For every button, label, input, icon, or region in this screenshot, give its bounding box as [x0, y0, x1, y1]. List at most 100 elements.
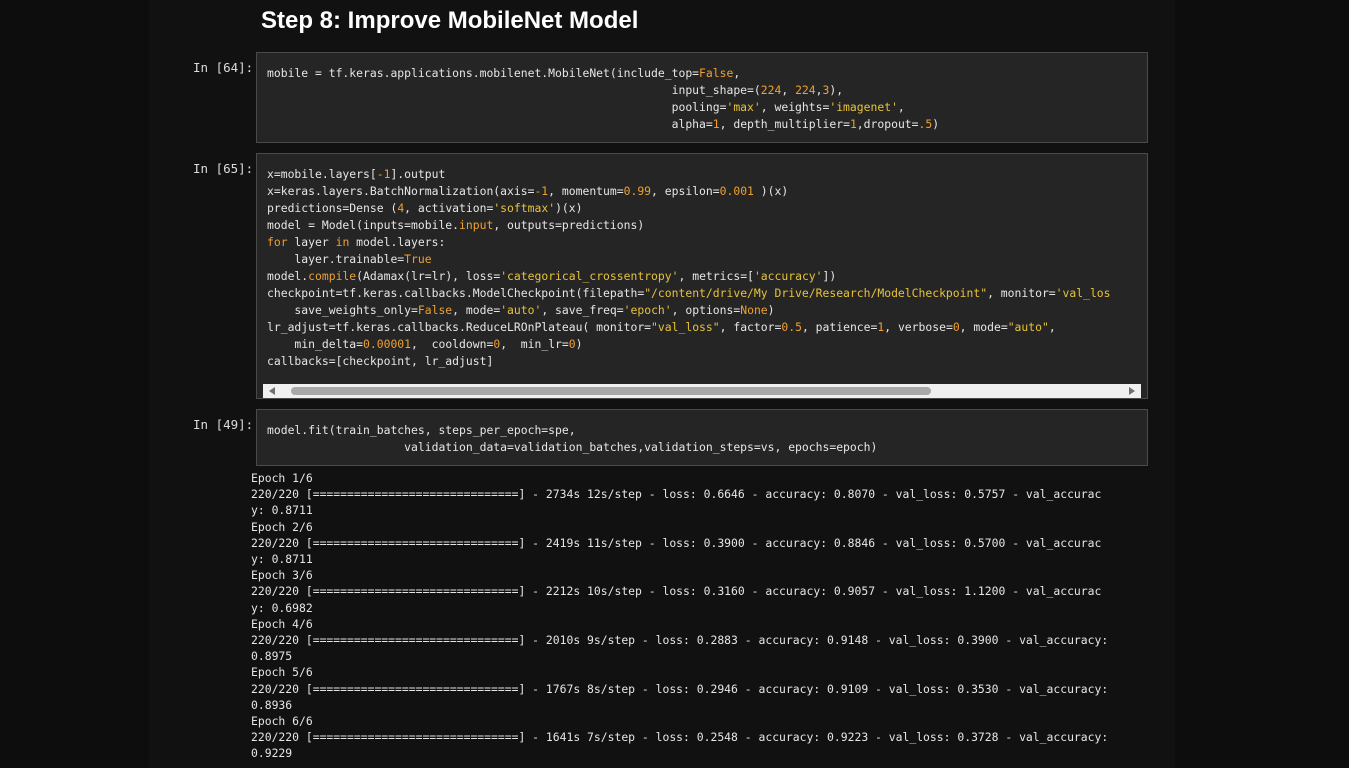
code-token: predictions=Dense ( — [267, 201, 398, 215]
code-token: False — [699, 66, 734, 80]
code-line: input_shape=(224, 224,3), — [267, 82, 1147, 99]
code-cell-49[interactable]: model.fit(train_batches, steps_per_epoch… — [256, 409, 1148, 466]
code-token: "auto" — [1007, 320, 1049, 334]
output-line: Epoch 5/6 — [251, 665, 313, 680]
code-line: mobile = tf.keras.applications.mobilenet… — [267, 65, 1147, 82]
code-token: compile — [308, 269, 357, 283]
output-line: 0.8975 — [251, 649, 293, 664]
training-log: Epoch 1/6 220/220 [======================… — [251, 470, 1151, 762]
code-token: x=keras.layers.BatchNormalization(axis= — [267, 184, 535, 198]
code-line: x=keras.layers.BatchNormalization(axis=-… — [267, 183, 1147, 200]
code-line: model.compile(Adamax(lr=lr), loss='categ… — [267, 268, 1147, 285]
code-line: predictions=Dense (4, activation='softma… — [267, 200, 1147, 217]
code-token: 0 — [568, 337, 576, 351]
code-token: , outputs=predictions) — [493, 218, 645, 232]
code-cell-65[interactable]: x=mobile.layers[-1].output x=keras.layers… — [256, 153, 1148, 399]
output-line: y: 0.8711 — [251, 503, 313, 518]
code-cell-64[interactable]: mobile = tf.keras.applications.mobilenet… — [256, 52, 1148, 143]
output-line: 220/220 [==============================]… — [251, 681, 1109, 696]
code-line: validation_data=validation_batches,valid… — [267, 439, 1147, 456]
code-token: .5 — [918, 117, 933, 131]
scroll-left-icon[interactable] — [269, 387, 275, 395]
code-token: for — [267, 235, 288, 249]
code-token: ) — [767, 303, 775, 317]
notebook-panel: Step 8: Improve MobileNet Model In [64]:… — [149, 0, 1175, 768]
code-line: save_weights_only=False, mode='auto', sa… — [267, 302, 1147, 319]
code-token: , min_lr= — [500, 337, 569, 351]
code-token: ) — [932, 117, 940, 131]
code-token: , — [1048, 320, 1056, 334]
code-token: , patience= — [801, 320, 878, 334]
code-token: 1 — [712, 117, 720, 131]
scrollbar-thumb[interactable] — [291, 387, 931, 395]
cell-prompt-49: In [49]: — [193, 417, 254, 432]
code-token: , save_freq= — [541, 303, 624, 317]
output-line: Epoch 3/6 — [251, 568, 313, 583]
code-line: callbacks=[checkpoint, lr_adjust] — [267, 353, 1147, 370]
output-line: 220/220 [==============================]… — [251, 730, 1109, 745]
code-token: 0.001 — [719, 184, 754, 198]
code-token: , — [733, 66, 741, 80]
code-token: 224 — [795, 83, 816, 97]
output-line: Epoch 4/6 — [251, 616, 313, 631]
code-token: , activation= — [404, 201, 494, 215]
code-token: )(x) — [555, 201, 583, 215]
code-token: 'softmax' — [493, 201, 556, 215]
code-editor[interactable]: mobile = tf.keras.applications.mobilenet… — [257, 53, 1147, 133]
code-token: , factor= — [719, 320, 782, 334]
code-token: 'val_los — [1055, 286, 1111, 300]
code-line: model = Model(inputs=mobile.input, outpu… — [267, 217, 1147, 234]
code-token: callbacks=[checkpoint, lr_adjust] — [267, 354, 494, 368]
code-token: 0.00001 — [363, 337, 412, 351]
code-token: validation_data=validation_batches,valid… — [267, 440, 878, 454]
code-token: , monitor= — [987, 286, 1056, 300]
code-line: layer.trainable=True — [267, 251, 1147, 268]
code-token: alpha= — [267, 117, 713, 131]
horizontal-scrollbar[interactable] — [263, 384, 1141, 398]
code-token: , cooldown= — [411, 337, 494, 351]
code-token: 'accuracy' — [753, 269, 823, 283]
code-token: ]) — [822, 269, 837, 283]
code-editor[interactable]: model.fit(train_batches, steps_per_epoch… — [257, 410, 1147, 456]
code-editor[interactable]: x=mobile.layers[-1].output x=keras.layers… — [257, 154, 1147, 370]
code-token: lr_adjust=tf.keras.callbacks.ReduceLROnP… — [267, 320, 652, 334]
code-token: , metrics=[ — [678, 269, 754, 283]
output-line: 220/220 [==============================]… — [251, 633, 1109, 648]
code-token: ].output — [390, 167, 446, 181]
output-line: Epoch 6/6 — [251, 714, 313, 729]
code-token: , mode= — [452, 303, 501, 317]
code-token: ), — [829, 83, 844, 97]
code-token: 'categorical_crossentropy' — [500, 269, 679, 283]
code-token: 0.5 — [781, 320, 802, 334]
code-token: )(x) — [753, 184, 789, 198]
output-line: 0.9229 — [251, 746, 293, 761]
code-token: , weights= — [760, 100, 830, 114]
cell-output: Epoch 1/6 220/220 [======================… — [251, 470, 1151, 762]
code-token: , mode= — [959, 320, 1008, 334]
code-token: model.fit(train_batches, steps_per_epoch… — [267, 423, 576, 437]
scroll-right-icon[interactable] — [1129, 387, 1135, 395]
code-token: model.layers: — [349, 235, 446, 249]
code-token: 'epoch' — [623, 303, 672, 317]
code-line: min_delta=0.00001, cooldown=0, min_lr=0) — [267, 336, 1147, 353]
cell-prompt-64: In [64]: — [193, 60, 254, 75]
code-token: input_shape=( — [267, 83, 761, 97]
code-token: "/content/drive/My Drive/Research/ModelC… — [644, 286, 988, 300]
output-line: Epoch 1/6 — [251, 471, 313, 485]
code-token: -1 — [534, 184, 549, 198]
code-token: (Adamax(lr=lr), loss= — [356, 269, 501, 283]
cell-prompt-65: In [65]: — [193, 161, 254, 176]
code-line: checkpoint=tf.keras.callbacks.ModelCheck… — [267, 285, 1147, 302]
code-token: 0.99 — [623, 184, 652, 198]
code-token: pooling= — [267, 100, 727, 114]
output-line: 220/220 [==============================]… — [251, 487, 1102, 502]
code-token: x=mobile.layers[ — [267, 167, 377, 181]
code-token: 'auto' — [500, 303, 542, 317]
code-token: mobile = tf.keras.applications.mobilenet… — [267, 66, 700, 80]
code-line: x=mobile.layers[-1].output — [267, 166, 1147, 183]
code-token: -1 — [376, 167, 391, 181]
code-token: model = Model(inputs=mobile. — [267, 218, 460, 232]
code-token: min_delta= — [267, 337, 364, 351]
code-token: "val_loss" — [651, 320, 720, 334]
code-token: , epsilon= — [651, 184, 720, 198]
